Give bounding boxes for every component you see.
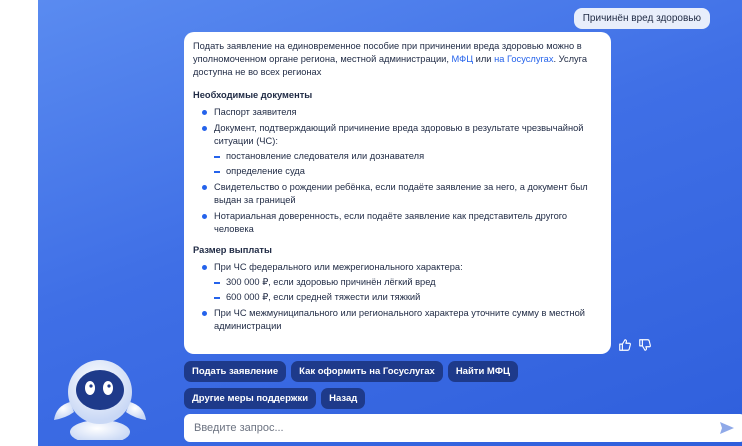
reactions: [618, 338, 652, 352]
robot-mascot-icon: [54, 360, 146, 440]
user-message-bubble: Причинён вред здоровью: [573, 8, 710, 29]
submit-application-button[interactable]: Подать заявление: [184, 361, 287, 382]
docs-section-title: Необходимые документы: [193, 90, 313, 100]
send-icon[interactable]: [718, 419, 736, 437]
back-button[interactable]: Назад: [321, 388, 366, 409]
query-input[interactable]: [194, 422, 718, 434]
docs-list: Паспорт заявителя Документ, подтверждающ…: [202, 106, 601, 236]
list-subitem: 600 000 ₽, если средней тяжести или тяжк…: [214, 291, 601, 304]
intro-text: Подать заявление на единовременное пособ…: [193, 41, 587, 77]
thumbs-up-icon[interactable]: [618, 338, 632, 352]
list-item: При ЧС межмуниципального или регионально…: [202, 307, 601, 333]
query-input-bar: [184, 414, 742, 442]
other-support-button[interactable]: Другие меры поддержки: [184, 388, 317, 409]
mfc-link[interactable]: МФЦ: [452, 54, 474, 64]
payment-list: При ЧС федерального или межрегионального…: [202, 261, 601, 333]
payment-section-title: Размер выплаты: [193, 245, 272, 255]
find-mfc-button[interactable]: Найти МФЦ: [447, 361, 518, 382]
list-item: Нотариальная доверенность, если подаёте …: [202, 210, 601, 236]
list-subitem: определение суда: [214, 165, 601, 178]
list-item: Документ, подтверждающий причинение вред…: [202, 122, 601, 178]
list-subitem: 300 000 ₽, если здоровью причинён лёгкий…: [214, 276, 601, 289]
list-item: Свидетельство о рождении ребёнка, если п…: [202, 181, 601, 207]
how-gosuslugi-button[interactable]: Как оформить на Госуслугах: [291, 361, 443, 382]
list-subitem: постановление следователя или дознавател…: [214, 150, 601, 163]
bot-message-bubble: Подать заявление на единовременное пособ…: [184, 32, 611, 354]
gosuslugi-link[interactable]: на Госуслугах: [494, 54, 553, 64]
thumbs-down-icon[interactable]: [638, 338, 652, 352]
quick-replies: Подать заявление Как оформить на Госуслу…: [184, 361, 614, 409]
chat-panel: Причинён вред здоровью Подать заявление …: [38, 0, 742, 446]
list-item: При ЧС федерального или межрегионального…: [202, 261, 601, 304]
list-item: Паспорт заявителя: [202, 106, 601, 119]
payment-sublist: 300 000 ₽, если здоровью причинён лёгкий…: [214, 276, 601, 304]
docs-sublist: постановление следователя или дознавател…: [214, 150, 601, 178]
